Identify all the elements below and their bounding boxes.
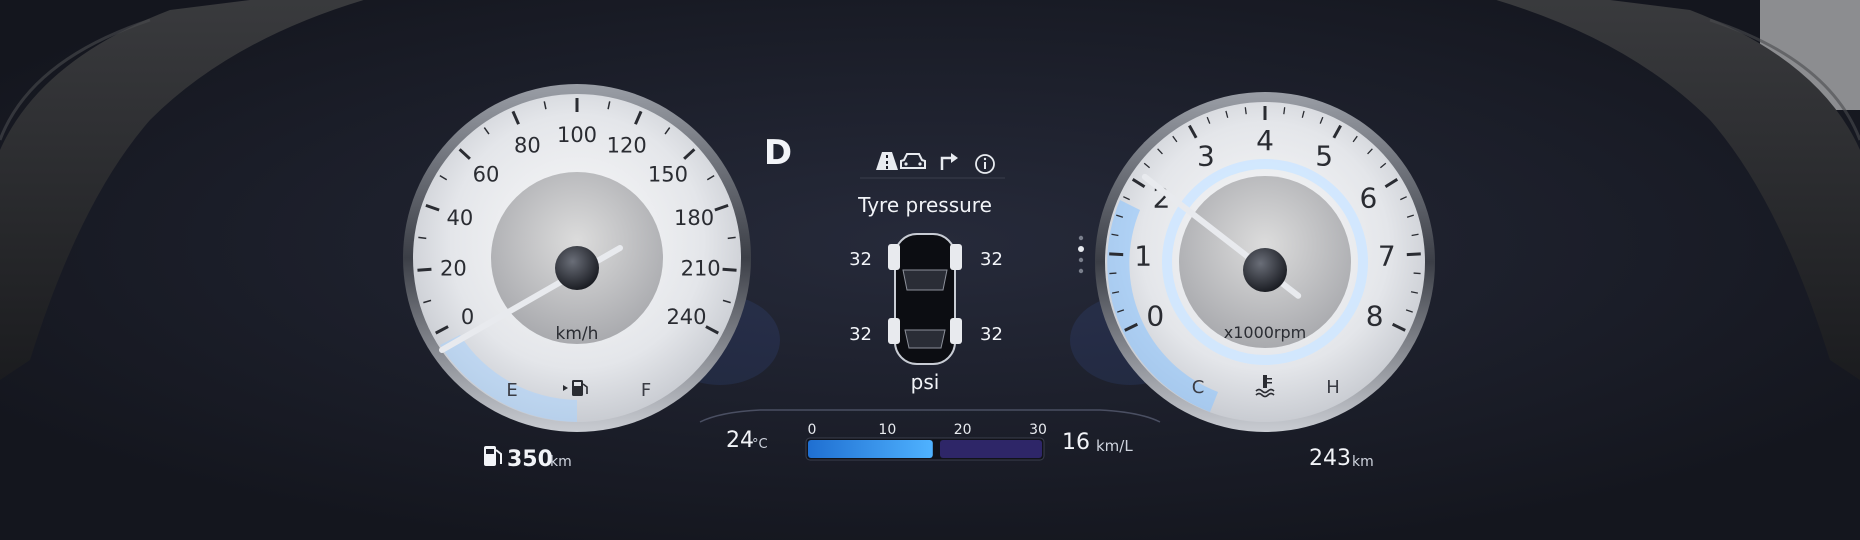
tacho-tick [1109,252,1124,257]
range-fuel-pump-icon [482,444,504,470]
odometer-value: 243 [1309,446,1351,471]
gear-indicator: D [764,133,792,173]
range-value: 350 [507,447,553,472]
tacho-label: 0 [1146,299,1164,332]
tacho-tick [1109,272,1117,275]
efficiency-bar-fill [808,440,933,458]
speedo-label: 20 [440,257,467,281]
odometer-unit: km [1352,454,1374,470]
instrument-cluster: 020406080 100 120150180210240 km/h E F 012… [0,0,1860,540]
tyre-pressure-unit: psi [911,370,940,394]
speedo-label: 60 [473,163,500,187]
tacho-label: 5 [1315,139,1333,172]
tachometer: 0123 4 5678 x1000rpm C H [1095,92,1435,432]
page-dot[interactable] [1078,246,1084,252]
temp-cold-label: C [1192,377,1205,398]
tacho-unit-label: x1000rpm [1224,323,1307,342]
tacho-label: 4 [1256,124,1274,157]
speedo-label: 80 [514,133,541,157]
range-unit: km [550,454,572,470]
efficiency-tick-label: 20 [954,422,972,438]
speedometer: 0 20 40 60 80 100 120150 180 210 240 km/h E F [403,84,751,432]
speedo-tick [418,236,427,240]
efficiency-tick-label: 30 [1029,422,1047,438]
tyre-rear-left: 32 [849,324,872,345]
page-dot[interactable] [1078,268,1084,274]
car-top-view [888,233,962,365]
speedo-label: 100 [557,123,597,147]
page-dot[interactable] [1078,257,1084,263]
speedo-label: 150 [648,163,688,187]
speedo-label: 0 [461,305,474,329]
speedo-label: 240 [666,305,706,329]
tyre-front-right: 32 [980,249,1003,270]
page-dot[interactable] [1078,235,1084,241]
tacho-needle-hub [1243,248,1287,292]
speedo-tick [727,236,736,240]
speedo-needle-hub [555,246,599,290]
speedo-label: 210 [681,257,721,281]
temperature-value: 24 [726,428,754,453]
speedo-label: 40 [447,206,474,230]
tyre-rear-right: 32 [980,324,1003,345]
fuel-full-label: F [641,380,651,401]
tacho-tick [1283,107,1286,115]
tacho-label: 3 [1197,139,1215,172]
tacho-tick [1413,272,1421,275]
info-panel-title: Tyre pressure [857,193,992,217]
efficiency-tick-label: 10 [878,422,896,438]
efficiency-unit: km/L [1096,437,1133,455]
speedo-unit-label: km/h [556,324,599,344]
tyre-front-left: 32 [849,249,872,270]
speedo-tick [417,267,432,272]
tacho-label: 7 [1378,240,1396,273]
speedo-tick [722,267,737,272]
tacho-label: 1 [1134,240,1152,273]
tacho-tick [1406,252,1421,257]
speedo-label: 180 [674,206,714,230]
efficiency-tick-label: 0 [808,422,817,438]
temperature-unit: °C [752,437,768,452]
tacho-label: 8 [1366,299,1384,332]
efficiency-value: 16 [1062,430,1090,455]
tacho-tick [1244,107,1247,115]
tacho-label: 6 [1360,181,1378,214]
fuel-empty-label: E [506,380,517,401]
speedo-label: 120 [607,133,647,157]
temp-hot-label: H [1326,377,1340,398]
